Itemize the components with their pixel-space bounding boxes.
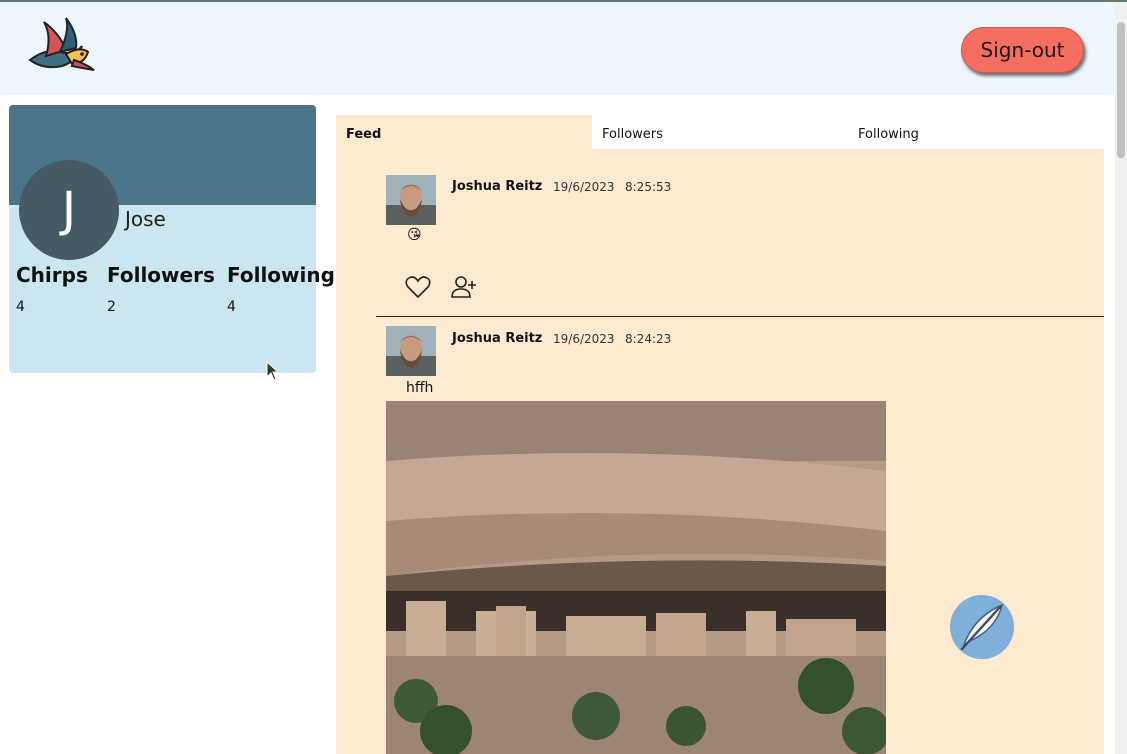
signout-button[interactable]: Sign-out — [961, 27, 1084, 73]
tab-bar: Feed Followers Following — [336, 115, 1104, 150]
post-author[interactable]: Joshua Reitz — [452, 331, 542, 346]
post-avatar[interactable] — [386, 175, 436, 225]
feed-panel: Feed Followers Following Joshua Reitz 19… — [336, 115, 1104, 754]
tab-following[interactable]: Following — [848, 115, 1104, 150]
add-user-icon[interactable] — [450, 273, 478, 301]
stat-chirps: Chirps 4 — [16, 263, 88, 315]
post-date: 19/6/2023 — [553, 180, 615, 194]
scrollbar-thumb[interactable] — [1117, 22, 1125, 158]
post-author[interactable]: Joshua Reitz — [452, 179, 542, 194]
stat-value: 2 — [107, 299, 116, 315]
post-time: 8:24:23 — [625, 332, 672, 346]
profile-name: Jose — [125, 207, 166, 231]
author-photo — [386, 175, 436, 225]
post-image[interactable] — [386, 401, 886, 754]
post-avatar[interactable] — [386, 326, 436, 376]
compose-button[interactable] — [950, 595, 1014, 659]
stat-label: Chirps — [16, 263, 88, 287]
post-time: 8:25:53 — [625, 180, 672, 194]
stat-value: 4 — [227, 299, 236, 315]
tab-followers[interactable]: Followers — [592, 115, 848, 150]
feather-quill-icon — [960, 603, 1004, 651]
avatar[interactable]: J — [19, 160, 119, 260]
post-divider — [376, 316, 1104, 317]
post-text: hffh — [406, 380, 434, 396]
swallow-bird-logo[interactable] — [26, 16, 96, 74]
heart-icon[interactable] — [404, 273, 432, 301]
stat-value: 4 — [16, 299, 25, 315]
page-scrollbar[interactable] — [1115, 2, 1127, 754]
cliff-dwelling-photo — [386, 401, 886, 754]
post-text: 😘 — [407, 227, 422, 243]
stat-label: Followers — [107, 263, 215, 287]
tab-feed[interactable]: Feed — [336, 115, 592, 150]
top-header: Sign-out — [0, 2, 1115, 95]
stat-label: Following — [227, 263, 335, 287]
stat-following: Following 4 — [227, 263, 335, 315]
post-date: 19/6/2023 — [553, 332, 615, 346]
mouse-cursor-icon — [266, 361, 278, 381]
author-photo — [386, 326, 436, 376]
feed-list: Joshua Reitz 19/6/2023 8:25:53 😘 Joshua … — [336, 149, 1104, 754]
stat-followers: Followers 2 — [107, 263, 215, 315]
profile-card: J Jose Chirps 4 Followers 2 Following 4 — [9, 105, 335, 373]
